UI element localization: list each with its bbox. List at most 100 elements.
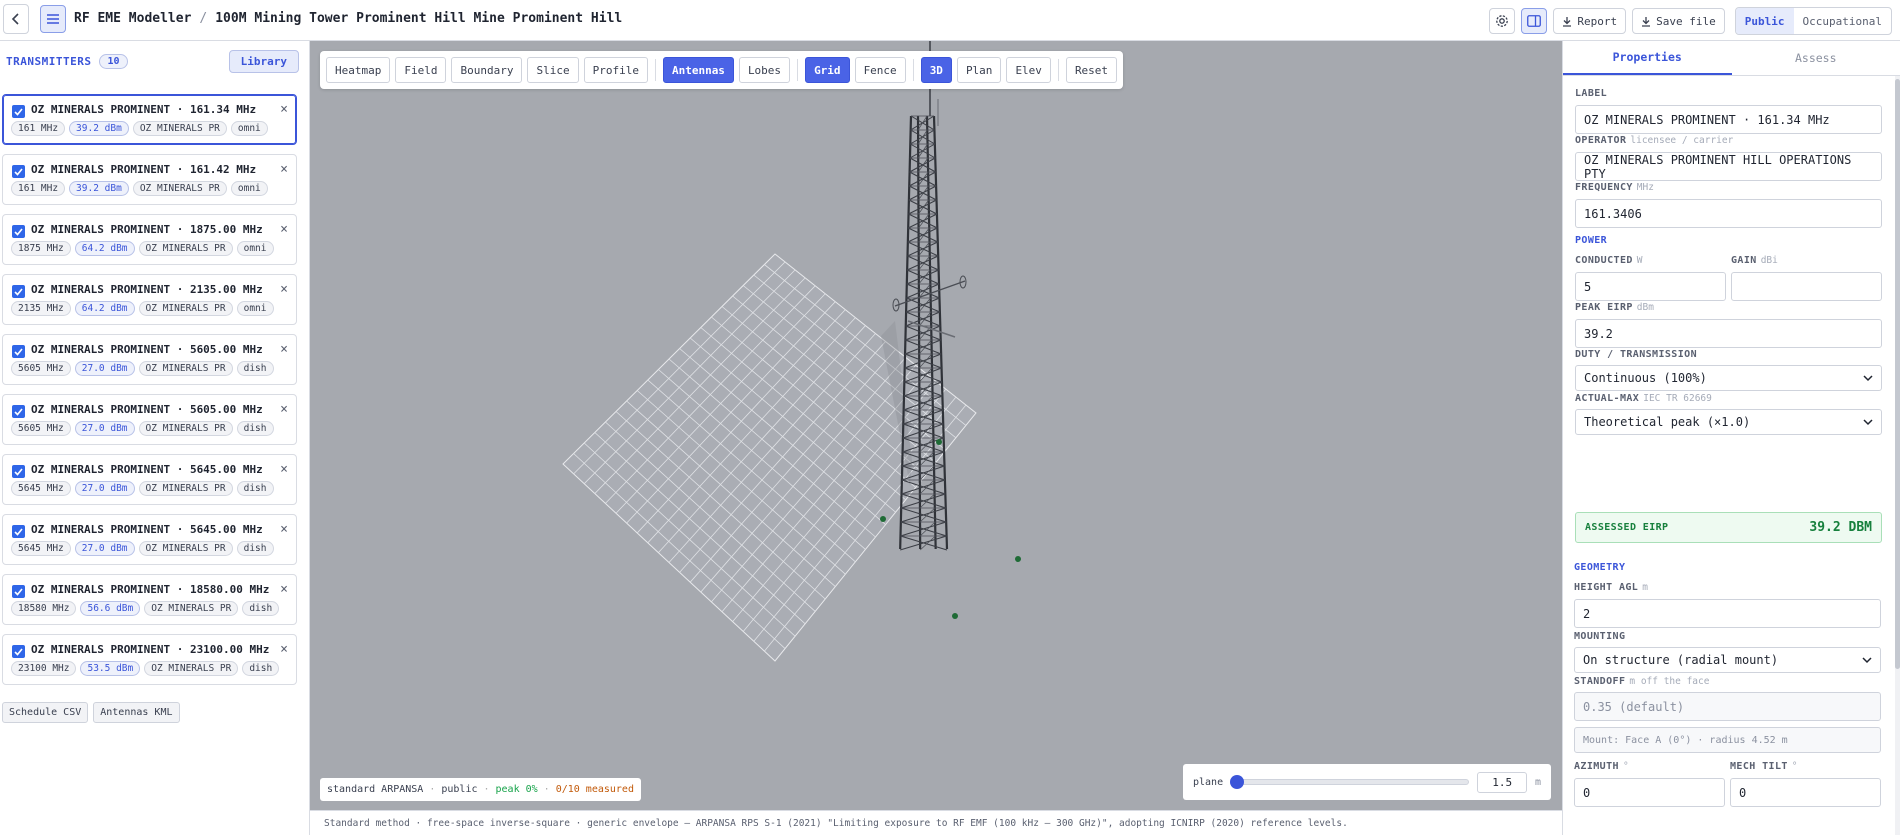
transmitter-enabled-checkbox[interactable] [12,345,25,358]
audience-occupational-option[interactable]: Occupational [1794,8,1891,34]
audience-label: public [441,784,478,795]
chevron-down-icon [1863,419,1873,426]
plane-height-slider[interactable] [1230,775,1470,789]
azimuth-input[interactable]: 0 [1574,778,1725,807]
view-toggle-slice[interactable]: Slice [527,57,579,83]
antenna-type-tag: dish [236,541,274,556]
view-toggle-grid[interactable]: Grid [805,57,850,83]
back-button[interactable] [3,4,29,34]
transmitter-enabled-checkbox[interactable] [12,525,25,538]
schedule-csv-button[interactable]: Schedule CSV [2,702,89,723]
view-toggle-plan[interactable]: Plan [956,57,1002,83]
power-tag: 27.0 dBm [74,361,135,376]
checkmark-icon [14,347,23,356]
tab-assess[interactable]: Assess [1732,41,1900,75]
conducted-power-input[interactable]: 5 [1575,272,1726,301]
transmitter-enabled-checkbox[interactable] [12,585,25,598]
view-toggle-elev[interactable]: Elev [1006,57,1051,83]
transmitter-card[interactable]: OZ MINERALS PROMINENT · 5605.00 MHz × 5605… [2,394,297,445]
transmitter-card[interactable]: OZ MINERALS PROMINENT · 5605.00 MHz × 5605… [2,334,297,385]
view-toggle-boundary[interactable]: Boundary [451,57,523,83]
measured-count: 0/10 measured [555,784,634,795]
view-toggle-3d[interactable]: 3D [920,57,952,83]
remove-transmitter-icon[interactable]: × [280,582,288,597]
transmitter-enabled-checkbox[interactable] [12,105,25,118]
mech-tilt-input[interactable]: 0 [1730,778,1881,807]
checkmark-icon [14,287,23,296]
audience-public-option[interactable]: Public [1735,8,1794,34]
transmitter-card[interactable]: OZ MINERALS PROMINENT · 161.34 MHz × 161 M… [2,94,297,145]
remove-transmitter-icon[interactable]: × [280,642,288,657]
view-toggle-field[interactable]: Field [395,57,447,83]
menu-button[interactable] [40,5,66,33]
peak-eirp-input[interactable]: 39.2 [1575,319,1882,348]
remove-transmitter-icon[interactable]: × [280,102,288,117]
frequency-tag: 161 MHz [11,181,66,196]
transmitter-card[interactable]: OZ MINERALS PROMINENT · 23100.00 MHz × 231… [2,634,297,685]
report-button[interactable]: Report [1553,8,1627,34]
library-button[interactable]: Library [228,49,299,73]
remove-transmitter-icon[interactable]: × [280,222,288,237]
duty-select[interactable]: Continuous (100%) [1575,365,1882,391]
save-file-button[interactable]: Save file [1632,8,1725,34]
transmitter-card[interactable]: OZ MINERALS PROMINENT · 5645.00 MHz × 5645… [2,454,297,505]
frequency-input[interactable]: 161.3406 [1575,199,1882,228]
frequency-tag: 23100 MHz [11,661,77,676]
tab-properties[interactable]: Properties [1563,41,1732,75]
transmitter-enabled-checkbox[interactable] [12,645,25,658]
transmitter-card[interactable]: OZ MINERALS PROMINENT · 5645.00 MHz × 5645… [2,514,297,565]
gain-input[interactable] [1731,272,1882,301]
assessed-eirp-label: ASSESSED EIRP [1585,522,1669,533]
transmitter-card[interactable]: OZ MINERALS PROMINENT · 18580.00 MHz × 185… [2,574,297,625]
transmitter-card[interactable]: OZ MINERALS PROMINENT · 1875.00 MHz × 1875… [2,214,297,265]
operator-tag: OZ MINERALS PR [138,481,233,496]
remove-transmitter-icon[interactable]: × [280,282,288,297]
label-input[interactable]: OZ MINERALS PROMINENT · 161.34 MHz [1575,105,1882,134]
remove-transmitter-icon[interactable]: × [280,342,288,357]
frequency-tag: 5645 MHz [11,541,71,556]
view-toggle-profile[interactable]: Profile [583,57,648,83]
settings-button[interactable] [1489,8,1516,34]
transmitter-name: OZ MINERALS PROMINENT · 2135.00 MHz [31,283,263,296]
mounting-select[interactable]: On structure (radial mount) [1574,647,1881,673]
transmitter-enabled-checkbox[interactable] [12,405,25,418]
antenna-type-tag: omni [236,241,274,256]
actual-max-field-title: ACTUAL-MAX IEC TR 62669 [1575,393,1712,404]
transmitter-enabled-checkbox[interactable] [12,285,25,298]
antennas-kml-button[interactable]: Antennas KML [93,702,180,723]
view-toggle-heatmap[interactable]: Heatmap [326,57,391,83]
peak-percent: peak 0% [495,784,538,795]
transmitter-enabled-checkbox[interactable] [12,165,25,178]
panel-toggle-button[interactable] [1521,8,1548,34]
3d-viewport[interactable]: Heatmap Field Boundary Slice Profile Antennas… [310,41,1562,810]
view-toggle-lobes[interactable]: Lobes [738,57,791,83]
method-footer: Standard method · free-space inverse-squ… [310,810,1562,835]
transmitter-enabled-checkbox[interactable] [12,465,25,478]
antenna-type-tag: dish [236,421,274,436]
antenna-type-tag: dish [242,661,280,676]
remove-transmitter-icon[interactable]: × [280,402,288,417]
slider-knob[interactable] [1230,775,1245,789]
plane-value-input[interactable]: 1.5 [1477,771,1527,793]
operator-input[interactable]: OZ MINERALS PROMINENT HILL OPERATIONS PT… [1575,152,1882,181]
remove-transmitter-icon[interactable]: × [280,462,288,477]
frequency-tag: 161 MHz [11,121,66,136]
transmitter-enabled-checkbox[interactable] [12,225,25,238]
transmitter-card[interactable]: OZ MINERALS PROMINENT · 161.42 MHz × 161 M… [2,154,297,205]
view-toggle-fence[interactable]: Fence [854,57,906,83]
tower-scene[interactable] [310,41,1562,810]
view-toggle-antennas[interactable]: Antennas [662,57,734,83]
remove-transmitter-icon[interactable]: × [280,522,288,537]
standoff-input[interactable]: 0.35 (default) [1574,692,1881,721]
toolbar-separator [912,59,914,81]
project-title[interactable]: 100M Mining Tower Prominent Hill Mine Pr… [215,11,622,26]
chevron-left-icon [11,13,19,25]
operator-tag: OZ MINERALS PR [144,601,239,616]
remove-transmitter-icon[interactable]: × [280,162,288,177]
transmitter-card[interactable]: OZ MINERALS PROMINENT · 2135.00 MHz × 2135… [2,274,297,325]
height-agl-input[interactable]: 2 [1574,599,1881,628]
view-toggle-reset[interactable]: Reset [1065,57,1118,83]
actual-max-select[interactable]: Theoretical peak (×1.0) [1575,409,1882,435]
antenna-type-tag: dish [236,361,274,376]
operator-tag: OZ MINERALS PR [138,241,233,256]
